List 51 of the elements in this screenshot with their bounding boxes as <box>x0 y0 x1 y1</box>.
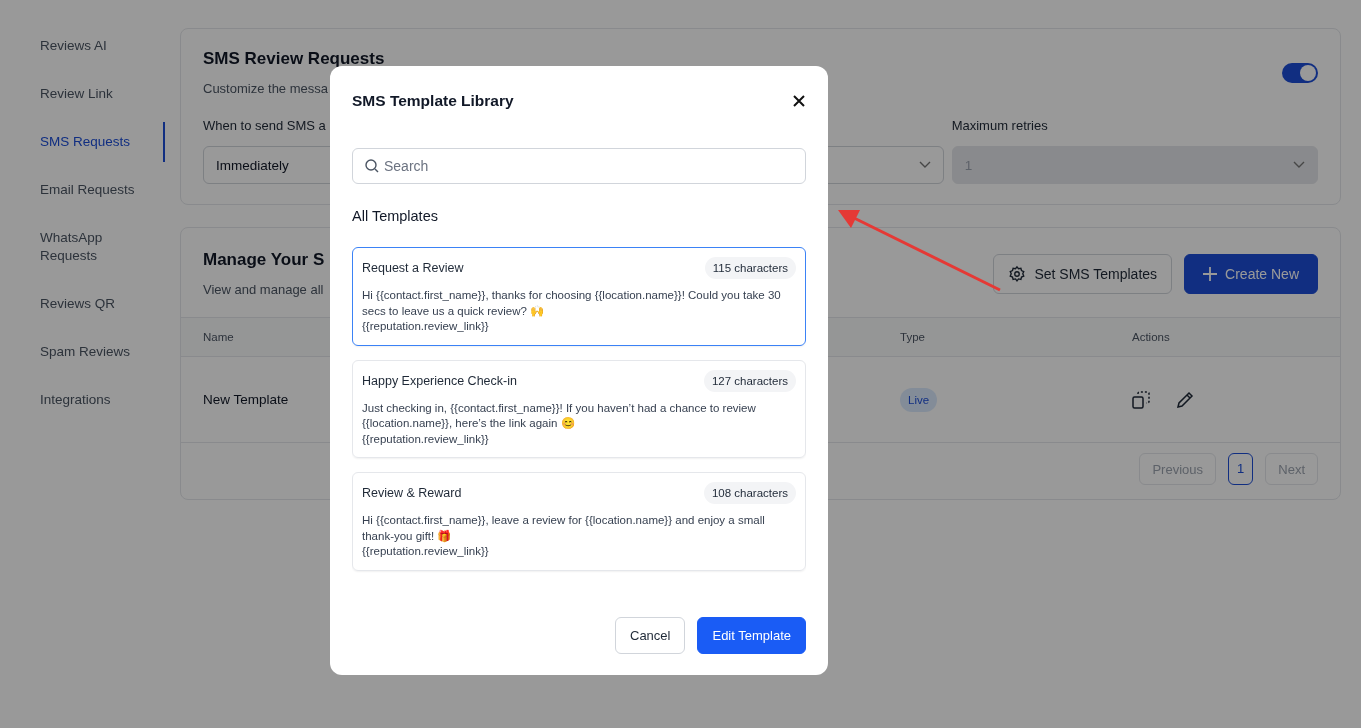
chevron-down-icon <box>1293 161 1305 169</box>
template-text: {{reputation.review_link}} <box>362 431 490 447</box>
card-description: Customize the messa <box>203 81 329 96</box>
page-button[interactable]: 1 <box>1228 453 1254 485</box>
template-name: Happy Experience Check-in <box>362 373 517 388</box>
cancel-button[interactable]: Cancel <box>615 617 686 654</box>
character-count: 115 characters <box>704 257 796 279</box>
status-badge: Live <box>900 387 938 412</box>
template-text: {{reputation.review_link}} <box>362 544 490 559</box>
sidebar-item[interactable]: SMS Requests <box>0 122 165 162</box>
field-label: When to send SMS a <box>203 118 327 134</box>
search-icon <box>365 159 379 173</box>
copy-icon[interactable] <box>1132 390 1150 409</box>
pencil-icon[interactable] <box>1176 390 1194 409</box>
close-button[interactable] <box>792 94 806 108</box>
column-header: Name <box>203 331 235 343</box>
card-description: View and manage all <box>203 282 325 297</box>
template-card[interactable]: Request a Review 115 characters Hi {{contact.first_name}}, thanks for choosing {{location.name}}! Could you take 30 secs to leave us a quick review? 🙌 {{reputation.review_link}} <box>352 247 806 346</box>
character-count: 108 characters <box>703 482 796 504</box>
create-button[interactable]: Create New <box>1184 253 1318 294</box>
sidebar-item[interactable]: Reviews QR <box>0 284 165 324</box>
plus-icon <box>1203 266 1218 281</box>
template-name: Request a Review <box>362 261 464 275</box>
column-header: Type <box>900 331 926 343</box>
sidebar-item[interactable]: WhatsApp Requests <box>0 218 122 276</box>
template-text: Hi {{contact.first_name}}, thanks for choosing {{location.name}}! Could you take 30 secs to leave us a quick review? 🙌 <box>362 288 782 319</box>
dialog-title: SMS Template Library <box>352 92 514 110</box>
sidebar-item[interactable]: Review Link <box>0 74 165 114</box>
card-title: SMS Review Requests <box>203 49 386 69</box>
sidebar-item[interactable]: Integrations <box>0 380 165 420</box>
edit-button[interactable]: Edit Template <box>697 617 806 654</box>
template-text: {{reputation.review_link}} <box>362 319 490 334</box>
sidebar-item[interactable]: Spam Reviews <box>0 332 165 372</box>
chevron-down-icon <box>918 161 931 169</box>
template-text: Just checking in, {{contact.first_name}}! If you haven’t had a chance to review {{location.name}}, here’s the link again 😊 <box>362 400 757 431</box>
template-name: Review & Reward <box>362 486 462 500</box>
field-label: Maximum retries <box>951 118 1049 134</box>
section-title: All Templates <box>352 208 439 224</box>
toggle-switch[interactable] <box>1282 63 1318 83</box>
character-count: 127 characters <box>703 369 796 392</box>
sidebar-item[interactable]: Email Requests <box>0 170 165 210</box>
template-card[interactable]: Review & Reward 108 characters Hi {{contact.first_name}}, leave a review for {{location.name}} and enjoy a small thank-you gift! 🎁 {{reputation.review_link}} <box>352 472 806 571</box>
settings-icon <box>1008 264 1027 283</box>
sidebar-item[interactable]: Reviews AI <box>0 26 165 66</box>
template-card[interactable]: Happy Experience Check-in 127 characters Just checking in, {{contact.first_name}}! If you haven’t had a chance to review {{location.name}}, here’s the link again 😊 {{reputation.review_link}} <box>352 359 806 458</box>
card-title: Manage Your S <box>203 250 325 270</box>
table-cell-text: New Template <box>203 392 290 407</box>
search-field[interactable]: Search <box>352 148 806 184</box>
template-text: Hi {{contact.first_name}}, leave a review for {{location.name}} and enjoy a small thank-you gift! 🎁 <box>362 513 766 544</box>
templates-button[interactable]: Set SMS Templates <box>993 253 1173 294</box>
column-header: Actions <box>1132 331 1171 343</box>
